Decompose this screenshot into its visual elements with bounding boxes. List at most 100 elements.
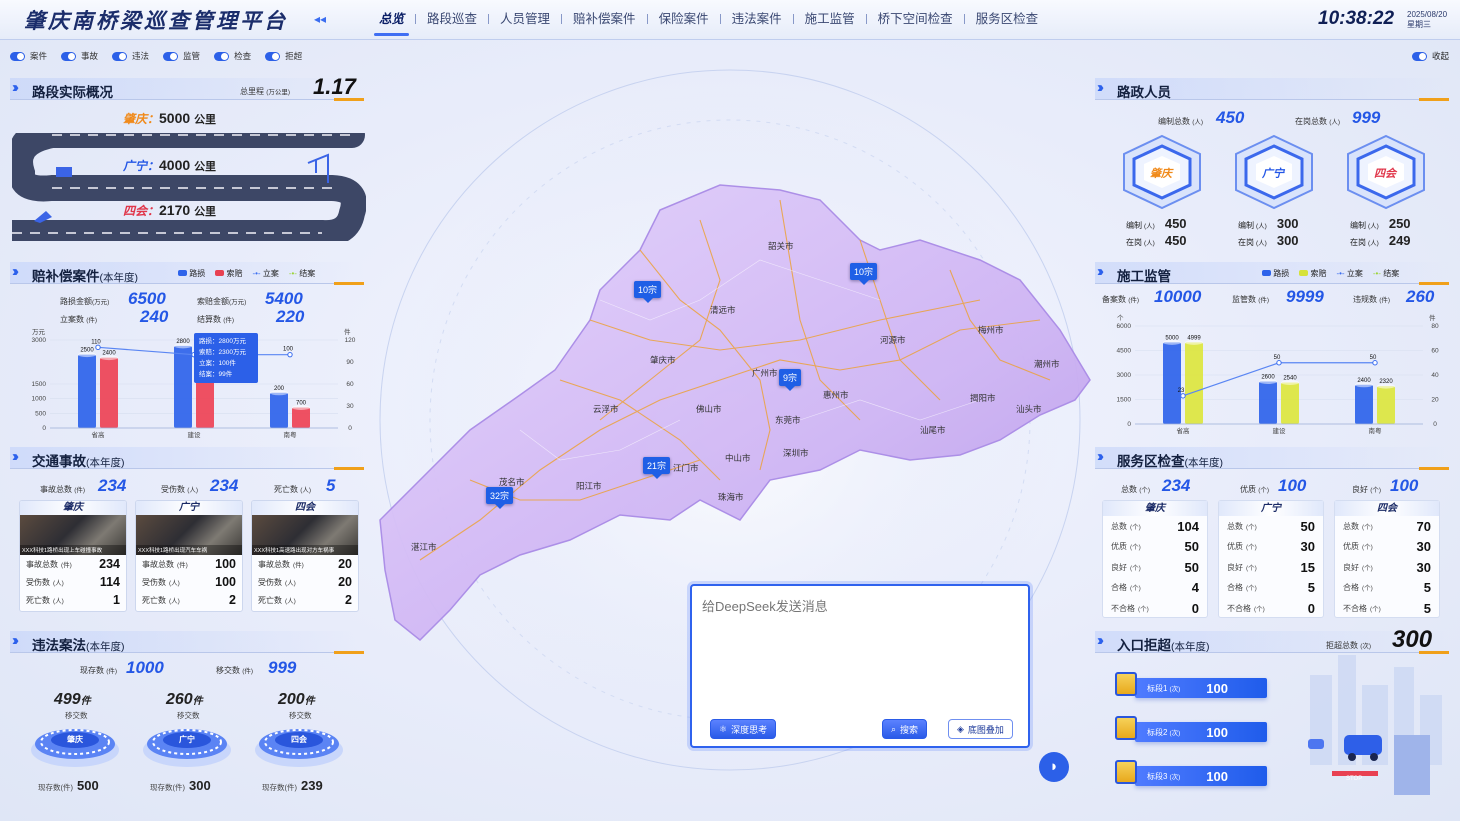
nav-service-area[interactable]: 服务区检查 [965, 0, 1050, 38]
map-city-label: 汕头市 [1016, 404, 1042, 414]
nav-under-bridge[interactable]: 桥下空间检查 [867, 0, 964, 38]
ring-disc [255, 729, 343, 767]
construct-supervised: 9999 [1286, 287, 1324, 306]
nav-construction[interactable]: 施工监管 [794, 0, 866, 38]
service-good: 100 [1390, 476, 1419, 495]
card-row: 受伤数 (人) 100 [136, 573, 242, 591]
map-pin-marker[interactable]: 9宗 [779, 369, 802, 391]
nav-overview[interactable]: 总览 [368, 0, 415, 38]
x-tick-label: 省高 [1177, 426, 1191, 435]
card-row: 受伤数 (人) 20 [252, 573, 358, 591]
section-road: ››› 路段实际概况 [10, 78, 364, 101]
reject-value: 100 [1206, 768, 1228, 784]
card-title: 四会 [252, 501, 358, 515]
data-label: 23 [1178, 388, 1185, 394]
construction-chart: 个 件 0 1500 3000 4500 6000 0 20 40 60 80 省高 5000 4999 23… [1117, 313, 1439, 435]
row-label: 良好 (个) [1111, 562, 1141, 572]
data-label: 110 [91, 339, 101, 345]
card-row: 优质 (个) 50 [1103, 537, 1207, 558]
row-value: 5 [1307, 580, 1315, 596]
row-label: 总数 (个) [1227, 521, 1257, 531]
photo-caption: XXX科技1高速路出现对方车祸事 [252, 545, 358, 555]
map-pin-marker[interactable]: 10宗 [850, 263, 878, 285]
y2-tick-label: 60 [1431, 348, 1439, 355]
card-row: 事故总数 (件) 100 [136, 555, 242, 573]
booth-icon [1115, 716, 1137, 740]
collapse-toggle[interactable]: 收起 [1412, 50, 1449, 62]
toggle-inspection[interactable]: 检查 [214, 50, 251, 62]
road-graphic [12, 133, 366, 241]
y-tick-label: 3000 [32, 337, 47, 344]
collapse-icon[interactable]: ◂◂ [314, 12, 326, 26]
toggle-reject[interactable]: 拒超 [265, 50, 302, 62]
data-label: 200 [274, 386, 285, 392]
deepseek-whale-icon[interactable]: ◗ [1039, 752, 1069, 782]
map-pin-marker[interactable]: 32宗 [486, 487, 514, 509]
reject-row: 标段1 (次) 100 [1113, 672, 1267, 698]
card-title: 四会 [1335, 501, 1439, 516]
reject-value: 100 [1206, 680, 1228, 696]
service-card: 广宁 总数 (个) 50 优质 (个) 30 良好 (个) 15 合格 (个) 5 不合格 (个) 0 [1218, 500, 1324, 618]
x-tick-label: 南粤 [1369, 426, 1383, 435]
row-value: 5 [1423, 580, 1431, 596]
ring-name: 广宁 [179, 735, 195, 744]
bar [174, 345, 192, 428]
clock: 10:38:22 [1318, 8, 1395, 29]
dashboard: 肇庆南桥梁巡查管理平台 ◂◂ 总览 路段巡查 人员管理 赔补偿案件 保险案件 违… [0, 0, 1460, 821]
toggle-supervision[interactable]: 监管 [163, 50, 200, 62]
map-city-label: 潮州市 [1034, 359, 1060, 369]
comp-loss-amount: 6500 [128, 289, 166, 308]
deep-think-button[interactable]: ⚛ 深度思考 [710, 719, 777, 739]
section-staff: ››› 路政人员 [1095, 78, 1449, 101]
data-label: 2600 [1261, 375, 1275, 381]
line-point [95, 344, 101, 351]
row-value: 114 [99, 575, 120, 589]
row-label: 不合格 (个) [1343, 603, 1381, 613]
data-label: 2400 [102, 351, 116, 357]
layer-overlay-button[interactable]: ◈ 底图叠加 [948, 719, 1013, 739]
reject-bar: 标段2 (次) 100 [1135, 722, 1267, 742]
nav-compensation[interactable]: 赔补偿案件 [562, 0, 647, 38]
row-label: 良好 (个) [1343, 562, 1373, 572]
card-row: 合格 (个) 4 [1103, 578, 1207, 599]
toggle-case[interactable]: 案件 [10, 50, 47, 62]
toggle-violation[interactable]: 违法 [112, 50, 149, 62]
nav-insurance[interactable]: 保险案件 [648, 0, 720, 38]
bar [1163, 342, 1181, 424]
stop-sign: STOP [1346, 776, 1362, 782]
photo-caption: XXX科技1路桥出现上车碰撞事故 [20, 545, 126, 555]
nav-personnel[interactable]: 人员管理 [489, 0, 561, 38]
search-button[interactable]: ⌕ 搜索 [882, 719, 928, 739]
row-label: 合格 (个) [1227, 583, 1257, 593]
nav-road-patrol[interactable]: 路段巡查 [416, 0, 488, 38]
toggle-accident[interactable]: 事故 [61, 50, 98, 62]
section-service: ››› 服务区检查(本年度) [1095, 447, 1449, 470]
data-label: 4999 [1187, 335, 1201, 341]
reject-value: 100 [1206, 724, 1228, 740]
chevron-icon: ››› [12, 632, 19, 649]
row-value: 30 [1416, 539, 1431, 555]
map-pin-marker[interactable]: 10宗 [634, 281, 662, 303]
reject-bar: 标段1 (次) 100 [1135, 678, 1267, 698]
nav-violation[interactable]: 违法案件 [721, 0, 793, 38]
accident-photo: XXX科技1路桥出现汽车车祸 [136, 515, 242, 555]
toll-scene: STOP [1308, 655, 1442, 795]
reject-bar: 标段3 (次) 100 [1135, 766, 1267, 786]
ring-name: 四会 [291, 735, 307, 744]
map-pin-marker[interactable]: 21宗 [643, 457, 671, 479]
x-tick-label: 省高 [92, 430, 106, 439]
y2-tick-label: 40 [1431, 372, 1439, 379]
bar [1185, 342, 1203, 424]
truck-icon [56, 167, 72, 177]
accident-card: 肇庆 XXX科技1路桥出现上车碰撞事故 事故总数 (件) 234 受伤数 (人) 114 死亡数… [19, 500, 127, 612]
chat-input[interactable] [702, 596, 1016, 706]
bar [1355, 384, 1373, 424]
construct-violations: 260 [1406, 287, 1435, 306]
card-row: 优质 (个) 30 [1335, 537, 1439, 558]
y-tick-label: 4500 [1117, 348, 1132, 355]
compensation-chart: 万元 件05001000150030000306090120省高2500 24001… [32, 327, 356, 439]
y2-tick-label: 0 [1433, 421, 1437, 428]
row-value: 50 [1184, 559, 1199, 575]
map-city-label: 东莞市 [775, 415, 801, 425]
total-mileage: 1.17 [313, 74, 356, 99]
